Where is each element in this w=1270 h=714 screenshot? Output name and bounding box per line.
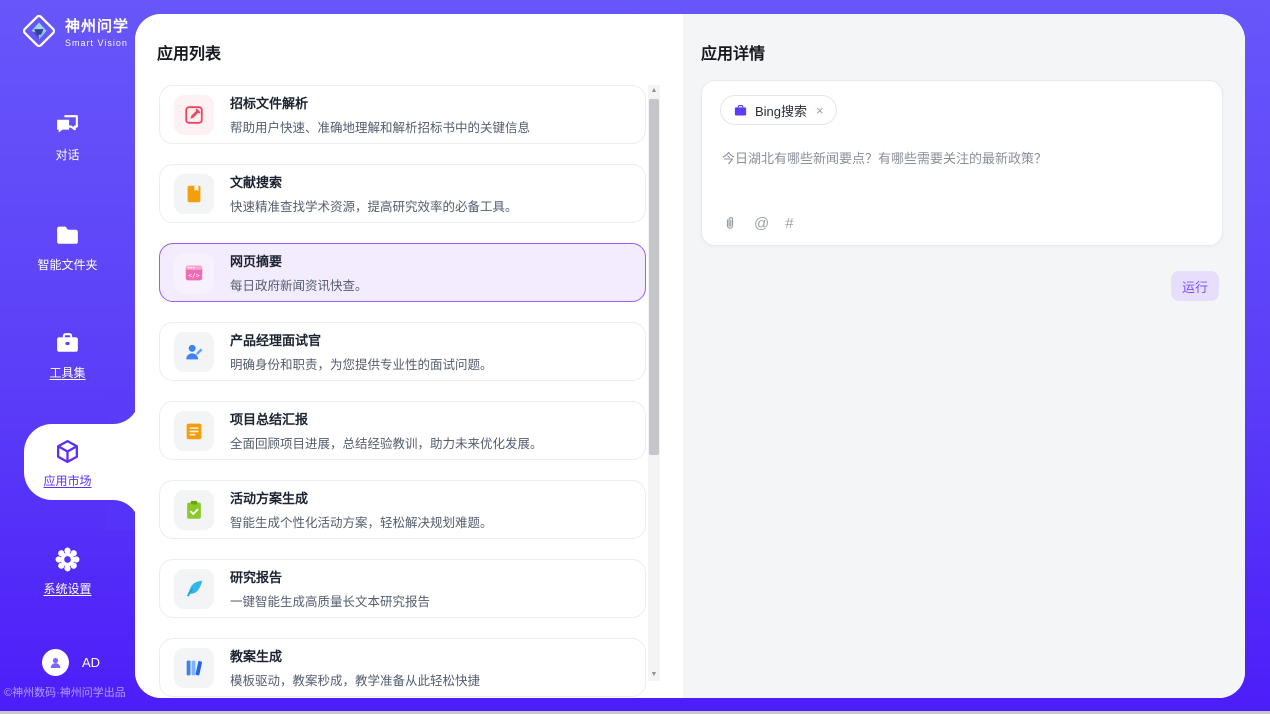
app-card-desc: 帮助用户快速、准确地理解和解析招标书中的关键信息 bbox=[230, 117, 530, 136]
report-notes-icon bbox=[174, 411, 214, 451]
app-card-desc: 全面回顾项目进展，总结经验教训，助力未来优化发展。 bbox=[230, 433, 543, 452]
copyright-footer: ©神州数码·神州问学出品 bbox=[4, 684, 154, 700]
run-button[interactable]: 运行 bbox=[1171, 271, 1219, 301]
app-card-desc: 智能生成个性化活动方案，轻松解决规划难题。 bbox=[230, 512, 493, 531]
pen-square-icon bbox=[174, 95, 214, 135]
quill-icon bbox=[174, 569, 214, 609]
user-avatar-icon bbox=[42, 649, 69, 676]
chat-icon bbox=[54, 112, 81, 139]
app-card-desc: 模板驱动，教案秒成，教学准备从此轻松快捷 bbox=[230, 670, 480, 689]
main-content: 应用列表 招标文件解析 帮助用户快速、准确地理解和解析招标书中的关键信息 bbox=[135, 14, 1245, 698]
paperclip-icon[interactable] bbox=[722, 215, 738, 231]
user-name: AD bbox=[82, 655, 100, 670]
books-icon bbox=[174, 648, 214, 688]
app-card-pm-interviewer[interactable]: 产品经理面试官 明确身份和职责，为您提供专业性的面试问题。 bbox=[159, 322, 646, 381]
app-detail-panel: 应用详情 Bing搜索 × 今日湖北有哪些新闻要点？有哪些需要关注的最新政策？ … bbox=[683, 14, 1245, 698]
book-icon bbox=[174, 174, 214, 214]
sidebar-item-settings[interactable]: 系统设置 bbox=[0, 546, 135, 597]
sidebar-item-label: 智能文件夹 bbox=[0, 256, 135, 273]
tool-tag-bing-search[interactable]: Bing搜索 × bbox=[720, 95, 837, 125]
app-card-research-report[interactable]: 研究报告 一键智能生成高质量长文本研究报告 bbox=[159, 559, 646, 618]
sidebar-item-toolset[interactable]: 工具集 bbox=[0, 330, 135, 381]
app-card-desc: 一键智能生成高质量长文本研究报告 bbox=[230, 591, 430, 610]
sidebar-item-smart-folder[interactable]: 智能文件夹 bbox=[0, 222, 135, 273]
tag-close-icon[interactable]: × bbox=[814, 103, 826, 118]
app-card-title: 项目总结汇报 bbox=[230, 409, 543, 428]
query-text-input[interactable]: 今日湖北有哪些新闻要点？有哪些需要关注的最新政策？ bbox=[722, 149, 1202, 169]
app-card-list: 招标文件解析 帮助用户快速、准确地理解和解析招标书中的关键信息 文献搜索 快速精… bbox=[159, 85, 646, 698]
user-account[interactable]: AD bbox=[42, 649, 100, 676]
app-card-lesson-plan[interactable]: 教案生成 模板驱动，教案秒成，教学准备从此轻松快捷 bbox=[159, 638, 646, 697]
app-list-scrollbar: ▲ ▼ bbox=[648, 85, 660, 681]
sidebar-item-chat[interactable]: 对话 bbox=[0, 112, 135, 163]
app-card-web-summary[interactable]: </> 网页摘要 每日政府新闻资讯快查。 bbox=[159, 243, 646, 302]
sidebar-item-label: 应用市场 bbox=[0, 472, 135, 489]
gear-icon bbox=[54, 546, 81, 573]
app-card-desc: 明确身份和职责，为您提供专业性的面试问题。 bbox=[230, 354, 493, 373]
app-card-title: 活动方案生成 bbox=[230, 488, 493, 507]
app-card-desc: 每日政府新闻资讯快查。 bbox=[230, 275, 368, 294]
folder-icon bbox=[54, 222, 81, 249]
app-card-project-summary[interactable]: 项目总结汇报 全面回顾项目进展，总结经验教训，助力未来优化发展。 bbox=[159, 401, 646, 460]
hash-icon[interactable]: # bbox=[785, 216, 793, 231]
app-card-title: 招标文件解析 bbox=[230, 93, 530, 112]
cube-icon bbox=[54, 438, 81, 465]
toolbox-icon bbox=[54, 330, 81, 357]
mention-icon[interactable]: @ bbox=[754, 216, 769, 231]
sidebar: 神州问学 Smart Vision 对话 智能文件夹 工具集 bbox=[0, 0, 135, 714]
scrollbar-up-arrow[interactable]: ▲ bbox=[648, 85, 660, 97]
app-card-literature-search[interactable]: 文献搜索 快速精准查找学术资源，提高研究效率的必备工具。 bbox=[159, 164, 646, 223]
app-list-panel: 应用列表 招标文件解析 帮助用户快速、准确地理解和解析招标书中的关键信息 bbox=[135, 14, 683, 698]
app-card-title: 网页摘要 bbox=[230, 251, 368, 270]
app-logo: 神州问学 Smart Vision bbox=[20, 12, 129, 50]
tool-tag-label: Bing搜索 bbox=[755, 101, 807, 120]
app-card-bid-parse[interactable]: 招标文件解析 帮助用户快速、准确地理解和解析招标书中的关键信息 bbox=[159, 85, 646, 144]
briefcase-icon bbox=[733, 103, 748, 118]
logo-diamond-icon bbox=[20, 12, 58, 50]
svg-text:</>: </> bbox=[188, 271, 200, 279]
app-card-title: 产品经理面试官 bbox=[230, 330, 493, 349]
scrollbar-thumb[interactable] bbox=[649, 99, 659, 455]
sidebar-item-label: 对话 bbox=[0, 146, 135, 163]
editor-toolbar: @ # bbox=[722, 215, 794, 231]
interviewer-icon bbox=[174, 332, 214, 372]
app-card-title: 教案生成 bbox=[230, 646, 480, 665]
sidebar-item-label: 工具集 bbox=[0, 364, 135, 381]
clipboard-check-icon bbox=[174, 490, 214, 530]
query-editor-card: Bing搜索 × 今日湖北有哪些新闻要点？有哪些需要关注的最新政策？ @ # bbox=[701, 80, 1223, 246]
sidebar-item-label: 系统设置 bbox=[0, 580, 135, 597]
logo-subtitle: Smart Vision bbox=[65, 38, 129, 48]
app-card-title: 文献搜索 bbox=[230, 172, 518, 191]
logo-title: 神州问学 bbox=[65, 15, 129, 36]
browser-code-icon: </> bbox=[174, 253, 214, 293]
app-list-title: 应用列表 bbox=[157, 40, 221, 64]
sidebar-item-app-market[interactable]: 应用市场 bbox=[0, 438, 135, 489]
app-card-desc: 快速精准查找学术资源，提高研究效率的必备工具。 bbox=[230, 196, 518, 215]
app-card-event-plan[interactable]: 活动方案生成 智能生成个性化活动方案，轻松解决规划难题。 bbox=[159, 480, 646, 539]
app-detail-title: 应用详情 bbox=[701, 40, 765, 64]
app-card-title: 研究报告 bbox=[230, 567, 430, 586]
scrollbar-down-arrow[interactable]: ▼ bbox=[648, 669, 660, 681]
